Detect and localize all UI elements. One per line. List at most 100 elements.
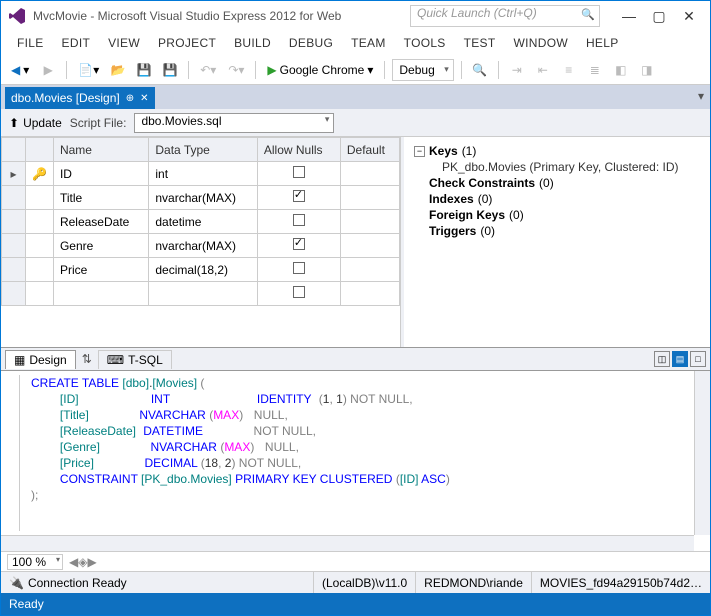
tool-4-icon[interactable]: ≣: [584, 59, 606, 81]
row-selector-icon[interactable]: ▸: [2, 162, 26, 186]
fkeys-label: Foreign Keys: [429, 208, 505, 222]
update-button[interactable]: ⬆ Update: [9, 116, 62, 130]
grid-row[interactable]: ▸ 🔑 ID int: [2, 162, 400, 186]
grid-row-new[interactable]: [2, 282, 400, 306]
menu-file[interactable]: FILE: [9, 34, 52, 52]
cell-name[interactable]: Title: [53, 186, 148, 210]
keys-count: (1): [462, 144, 477, 158]
cell-allownulls[interactable]: [257, 258, 340, 282]
redo-button[interactable]: ↷▾: [224, 59, 248, 81]
col-datatype[interactable]: Data Type: [149, 138, 258, 162]
layout-1-icon[interactable]: ◫: [654, 351, 670, 367]
menu-build[interactable]: BUILD: [226, 34, 279, 52]
open-file-button[interactable]: 📂: [107, 59, 129, 81]
cell-datatype[interactable]: int: [149, 162, 258, 186]
swap-icon[interactable]: ⇅: [78, 352, 96, 366]
vertical-scrollbar[interactable]: [694, 371, 710, 535]
design-icon: ▦: [14, 353, 25, 367]
cell-datatype[interactable]: decimal(18,2): [149, 258, 258, 282]
menu-window[interactable]: WINDOW: [506, 34, 576, 52]
update-arrow-icon: ⬆: [9, 116, 19, 130]
cell-name[interactable]: Genre: [53, 234, 148, 258]
col-allownulls[interactable]: Allow Nulls: [257, 138, 340, 162]
cell-datatype[interactable]: nvarchar(MAX): [149, 186, 258, 210]
cell-default[interactable]: [340, 210, 399, 234]
cell-allownulls[interactable]: [257, 186, 340, 210]
menu-view[interactable]: VIEW: [100, 34, 148, 52]
col-name[interactable]: Name: [53, 138, 148, 162]
grid-row[interactable]: Price decimal(18,2): [2, 258, 400, 282]
tab-tsql[interactable]: ⌨T-SQL: [98, 350, 172, 369]
menu-debug[interactable]: DEBUG: [281, 34, 341, 52]
title-bar: MvcMovie - Microsoft Visual Studio Expre…: [1, 1, 710, 31]
window-title: MvcMovie - Microsoft Visual Studio Expre…: [33, 9, 341, 23]
tool-1-icon[interactable]: ⇥: [506, 59, 528, 81]
cell-datatype[interactable]: datetime: [149, 210, 258, 234]
menu-team[interactable]: TEAM: [343, 34, 394, 52]
find-button[interactable]: 🔍: [469, 59, 491, 81]
menu-help[interactable]: HELP: [578, 34, 627, 52]
indexes-label: Indexes: [429, 192, 474, 206]
cell-allownulls[interactable]: [257, 282, 340, 306]
tab-design[interactable]: ▦Design: [5, 350, 76, 369]
script-file-label: Script File:: [70, 116, 127, 130]
zoom-combo[interactable]: 100 %: [7, 554, 63, 570]
close-button[interactable]: ✕: [674, 5, 704, 27]
cell-allownulls[interactable]: [257, 210, 340, 234]
menu-bar: FILE EDIT VIEW PROJECT BUILD DEBUG TEAM …: [1, 31, 710, 55]
nav-back-button[interactable]: ◀▾: [7, 59, 33, 81]
layout-2-icon[interactable]: ▤: [672, 351, 688, 367]
cell-default[interactable]: [340, 186, 399, 210]
grid-row[interactable]: ReleaseDate datetime: [2, 210, 400, 234]
grid-row[interactable]: Genre nvarchar(MAX): [2, 234, 400, 258]
save-button[interactable]: 💾: [133, 59, 155, 81]
document-tab[interactable]: dbo.Movies [Design] ⊕ ✕: [5, 87, 155, 109]
cell-name[interactable]: ID: [53, 162, 148, 186]
database-name: MOVIES_fd94a29150b74d2…: [532, 572, 710, 593]
collapse-icon[interactable]: −: [414, 146, 425, 157]
nav-forward-button[interactable]: ▶: [37, 59, 59, 81]
maximize-button[interactable]: ▢: [644, 5, 674, 27]
cell-name[interactable]: ReleaseDate: [53, 210, 148, 234]
status-text: Ready: [9, 597, 44, 611]
pin-icon[interactable]: ⊕: [126, 93, 134, 104]
layout-3-icon[interactable]: □: [690, 351, 706, 367]
close-tab-icon[interactable]: ✕: [140, 93, 148, 104]
cell-name[interactable]: Price: [53, 258, 148, 282]
connection-bar: 🔌Connection Ready (LocalDB)\v11.0 REDMON…: [1, 571, 710, 593]
save-all-button[interactable]: 💾: [159, 59, 181, 81]
cell-default[interactable]: [340, 162, 399, 186]
menu-test[interactable]: TEST: [456, 34, 504, 52]
cell-allownulls[interactable]: [257, 162, 340, 186]
sql-editor[interactable]: CREATE TABLE [dbo].[Movies] ( [ID] INT I…: [1, 371, 710, 551]
horizontal-scrollbar[interactable]: [1, 535, 694, 551]
tool-2-icon[interactable]: ⇤: [532, 59, 554, 81]
grid-row[interactable]: Title nvarchar(MAX): [2, 186, 400, 210]
col-default[interactable]: Default: [340, 138, 399, 162]
tool-5-icon[interactable]: ◧: [610, 59, 632, 81]
quick-launch-input[interactable]: Quick Launch (Ctrl+Q): [410, 5, 600, 27]
tab-overflow-icon[interactable]: ▾: [698, 89, 704, 103]
script-file-combo[interactable]: dbo.Movies.sql: [134, 113, 334, 133]
new-project-button[interactable]: 📄▾: [74, 59, 103, 81]
cell-default[interactable]: [340, 258, 399, 282]
cell-datatype[interactable]: nvarchar(MAX): [149, 234, 258, 258]
tool-3-icon[interactable]: ≡: [558, 59, 580, 81]
key-icon: 🔑: [26, 162, 54, 186]
tool-6-icon[interactable]: ◨: [636, 59, 658, 81]
menu-tools[interactable]: TOOLS: [396, 34, 454, 52]
menu-project[interactable]: PROJECT: [150, 34, 224, 52]
document-tab-strip: dbo.Movies [Design] ⊕ ✕ ▾: [1, 85, 710, 109]
issues-nav-icon[interactable]: ◀◈▶: [69, 555, 97, 569]
cell-default[interactable]: [340, 234, 399, 258]
zoom-bar: 100 % ◀◈▶: [1, 551, 710, 571]
designer-toolbar: ⬆ Update Script File: dbo.Movies.sql: [1, 109, 710, 137]
menu-edit[interactable]: EDIT: [54, 34, 99, 52]
pk-item[interactable]: PK_dbo.Movies (Primary Key, Clustered: I…: [414, 159, 700, 175]
cell-allownulls[interactable]: [257, 234, 340, 258]
start-debug-button[interactable]: ▶ Google Chrome ▾: [263, 59, 377, 81]
triggers-label: Triggers: [429, 224, 476, 238]
undo-button[interactable]: ↶▾: [196, 59, 220, 81]
config-combo[interactable]: Debug: [392, 59, 453, 81]
minimize-button[interactable]: —: [614, 5, 644, 27]
